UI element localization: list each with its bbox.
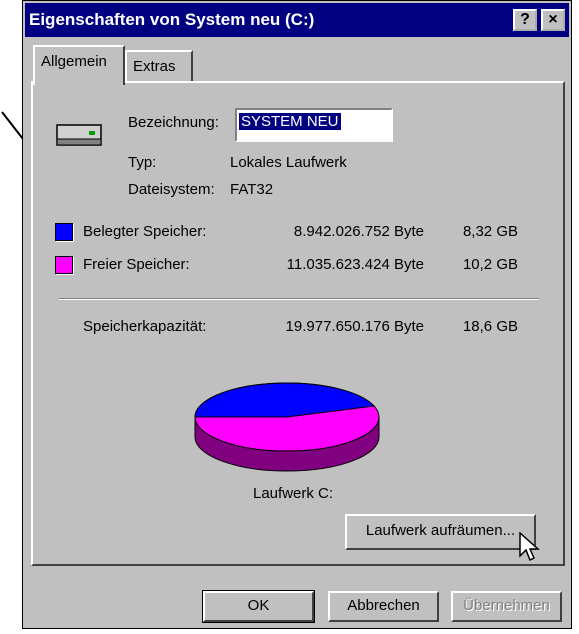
type-label: Typ:	[128, 154, 157, 171]
free-gb: 10,2 GB	[462, 256, 518, 273]
name-input-value: SYSTEM NEU	[239, 113, 341, 130]
capacity-gb: 18,6 GB	[462, 318, 518, 335]
help-button[interactable]: ?	[513, 9, 537, 31]
properties-dialog: Eigenschaften von System neu (C:) ? × Al…	[22, 0, 572, 629]
used-label: Belegter Speicher:	[83, 223, 207, 240]
hard-drive-icon	[56, 124, 102, 146]
tab-extras[interactable]: Extras	[125, 50, 193, 82]
window-title: Eigenschaften von System neu (C:)	[29, 10, 315, 29]
free-color-swatch	[55, 256, 73, 274]
cleanup-button-label: Laufwerk aufräumen...	[365, 522, 516, 539]
drive-caption: Laufwerk C:	[253, 485, 334, 502]
tab-label: Allgemein	[41, 53, 107, 70]
filesystem-label: Dateisystem:	[128, 181, 215, 198]
ok-button[interactable]: OK	[202, 590, 315, 623]
ok-button-label: OK	[247, 597, 270, 614]
free-bytes: 11.035.623.424 Byte	[286, 256, 424, 273]
cancel-button[interactable]: Abbrechen	[328, 591, 439, 622]
type-value: Lokales Laufwerk	[230, 154, 347, 171]
name-input[interactable]: SYSTEM NEU	[235, 108, 393, 142]
used-gb: 8,32 GB	[462, 223, 518, 240]
apply-button-label: Übernehmen	[463, 597, 550, 614]
title-bar[interactable]: Eigenschaften von System neu (C:) ? ×	[25, 3, 569, 37]
used-color-swatch	[55, 223, 73, 241]
name-label-text: Bezeichnung:	[128, 114, 219, 131]
capacity-bytes: 19.977.650.176 Byte	[285, 318, 424, 335]
name-label: Bezeichnung:	[128, 114, 219, 131]
capacity-label: Speicherkapazität:	[83, 318, 207, 335]
close-button[interactable]: ×	[541, 9, 565, 31]
used-bytes: 8.942.026.752 Byte	[293, 223, 424, 240]
tab-allgemein[interactable]: Allgemein	[33, 45, 125, 85]
tab-label: Extras	[133, 58, 176, 75]
apply-button[interactable]: Übernehmen	[451, 591, 562, 622]
cleanup-button[interactable]: Laufwerk aufräumen...	[345, 514, 536, 550]
usage-pie-chart	[194, 382, 380, 472]
separator	[59, 298, 539, 300]
free-label: Freier Speicher:	[83, 256, 190, 273]
mouse-pointer-icon	[519, 532, 540, 562]
cancel-button-label: Abbrechen	[347, 597, 420, 614]
filesystem-value: FAT32	[230, 181, 274, 198]
